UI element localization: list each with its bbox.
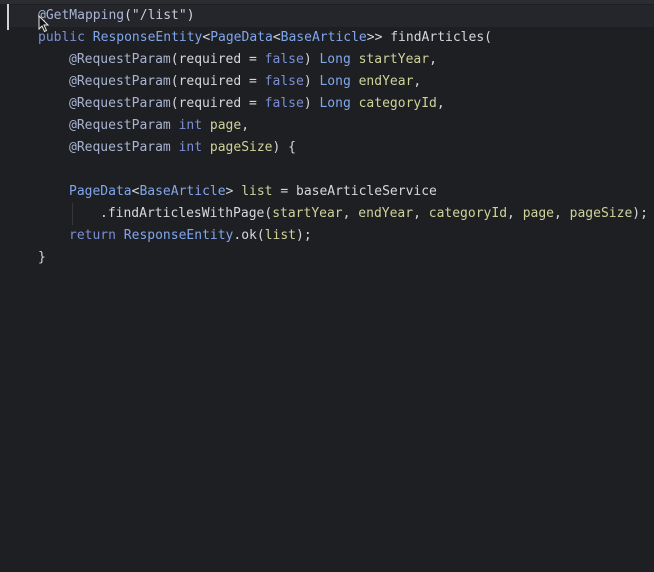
code-token: false [264, 52, 304, 67]
code-token: > [225, 184, 242, 199]
code-token: ) [303, 52, 320, 67]
code-token: @RequestParam [69, 140, 179, 155]
code-token: false [264, 96, 304, 111]
code-token: ResponseEntity [92, 30, 203, 45]
code-token: page [522, 206, 554, 221]
code-token: ); [296, 228, 312, 243]
code-token: list [264, 228, 296, 243]
code-token: , [507, 206, 523, 221]
code-line[interactable]: return ResponseEntity.ok(list); [38, 225, 648, 247]
code-token: @RequestParam [69, 118, 179, 133]
code-line[interactable]: .findArticlesWithPage(startYear, endYear… [38, 203, 648, 225]
code-token: < [272, 30, 281, 45]
code-token: , [429, 52, 437, 67]
code-token: , [554, 206, 570, 221]
code-token: (required = [170, 74, 265, 89]
code-token: , [342, 206, 359, 221]
code-token: page [209, 118, 242, 133]
code-token: , [413, 74, 422, 89]
code-token: startYear [272, 206, 343, 221]
code-token: ) { [272, 140, 296, 155]
code-token: endYear [358, 206, 414, 221]
code-token: BaseArticle [280, 30, 367, 45]
code-token: Long [319, 96, 359, 111]
code-token: .findArticlesWithPage( [100, 206, 273, 221]
code-token: @GetMapping [38, 8, 125, 23]
code-line[interactable]: @RequestParam(required = false) Long sta… [38, 49, 648, 71]
code-token: , [436, 96, 445, 111]
mouse-pointer-icon [38, 15, 50, 33]
code-token: ); [632, 206, 648, 221]
gutter-caret-marker [7, 4, 9, 30]
code-token: } [38, 250, 46, 265]
code-line[interactable]: @GetMapping("/list") [38, 5, 648, 27]
code-token: , [241, 118, 250, 133]
code-token: list [241, 184, 273, 199]
code-line[interactable]: } [38, 247, 648, 269]
code-token: @RequestParam [69, 52, 171, 67]
code-token: .ok( [233, 228, 265, 243]
code-line[interactable]: @RequestParam int pageSize) { [38, 137, 648, 159]
code-editor[interactable]: @GetMapping("/list") public ResponseEntit… [38, 5, 648, 269]
code-token: @RequestParam [69, 96, 171, 111]
indent-guide [72, 203, 73, 225]
code-token: int [178, 118, 210, 133]
editor-top-border [0, 0, 654, 4]
code-token: (required = [170, 52, 265, 67]
code-token: pageSize [569, 206, 633, 221]
code-token: ) [303, 96, 320, 111]
code-token: return [69, 228, 124, 243]
code-token: false [264, 74, 304, 89]
code-line[interactable]: PageData<BaseArticle> list = baseArticle… [38, 181, 648, 203]
code-token: BaseArticle [139, 184, 226, 199]
code-token: categoryId [428, 206, 508, 221]
code-token: , [413, 206, 429, 221]
code-line[interactable]: @RequestParam(required = false) Long end… [38, 71, 648, 93]
code-token: endYear [358, 74, 414, 89]
code-token: ) [186, 8, 195, 23]
code-token: "/list" [131, 8, 187, 23]
code-token: = baseArticleService [272, 184, 437, 199]
code-token: categoryId [358, 96, 437, 111]
code-token: Long [319, 74, 359, 89]
code-token: startYear [358, 52, 430, 67]
code-token: ) [303, 74, 320, 89]
code-token: Long [319, 52, 359, 67]
code-token: PageData [210, 30, 273, 45]
code-token: @RequestParam [69, 74, 171, 89]
code-token: ResponseEntity [123, 228, 234, 243]
code-line[interactable] [38, 159, 648, 181]
code-line[interactable]: @RequestParam(required = false) Long cat… [38, 93, 648, 115]
code-token: (required = [170, 96, 265, 111]
code-token: pageSize [209, 140, 273, 155]
code-line[interactable]: @RequestParam int page, [38, 115, 648, 137]
code-token: ( [124, 8, 132, 23]
code-line[interactable]: public ResponseEntity<PageData<BaseArtic… [38, 27, 648, 49]
code-token: PageData [69, 184, 132, 199]
code-token: >> findArticles( [366, 30, 492, 45]
code-token: int [178, 140, 210, 155]
